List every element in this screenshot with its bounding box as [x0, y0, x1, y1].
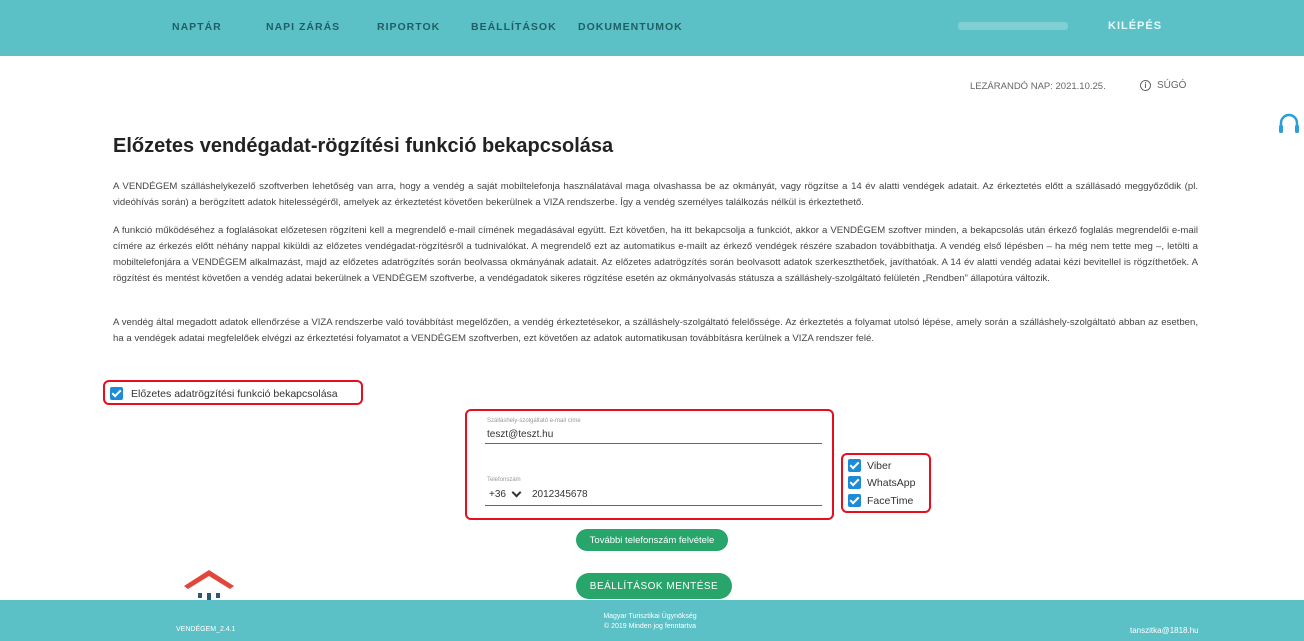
app-version: VENDÉGEM_2.4.1 — [176, 626, 236, 633]
info-icon: i — [1140, 80, 1151, 91]
whatsapp-label: WhatsApp — [867, 476, 916, 489]
checkbox-checked-icon[interactable] — [848, 494, 861, 507]
nav-beallitasok[interactable]: BEÁLLÍTÁSOK — [471, 21, 557, 33]
org-name: Magyar Turisztikai Ügynökség — [603, 613, 697, 620]
top-nav: NAPTÁR NAPI ZÁRÁS RIPORTOK BEÁLLÍTÁSOK D… — [0, 0, 1304, 56]
viber-checkbox[interactable]: Viber — [848, 459, 891, 472]
viber-label: Viber — [867, 459, 892, 472]
function-paragraph: A funkció működéséhez a foglalásokat elő… — [113, 225, 1198, 284]
facetime-checkbox[interactable]: FaceTime — [848, 494, 913, 507]
checkbox-checked-icon[interactable] — [110, 387, 123, 400]
nav-riportok[interactable]: RIPORTOK — [377, 21, 440, 33]
closing-day-status: LEZÁRANDÓ NAP: 2021.10.25. — [970, 81, 1106, 92]
phone-field-underline — [485, 505, 822, 506]
enable-prereg-label: Előzetes adatrögzítési funkció bekapcsol… — [131, 387, 338, 400]
responsibility-paragraph: A vendég által megadott adatok ellenőrzé… — [113, 317, 1198, 344]
nav-dokumentumok[interactable]: DOKUMENTUMOK — [578, 21, 683, 33]
user-name-placeholder — [958, 22, 1068, 30]
dial-code-select[interactable]: +36 — [489, 487, 522, 500]
footer: VENDÉGEM_2.4.1 Magyar Turisztikai Ügynök… — [0, 600, 1304, 641]
whatsapp-checkbox[interactable]: WhatsApp — [848, 476, 915, 489]
facetime-label: FaceTime — [867, 494, 914, 507]
checkbox-checked-icon[interactable] — [848, 476, 861, 489]
checkbox-checked-icon[interactable] — [848, 459, 861, 472]
email-field[interactable]: teszt@teszt.hu — [487, 429, 553, 440]
chevron-down-icon — [511, 487, 522, 498]
intro-paragraph: A VENDÉGEM szálláshelykezelő szoftverben… — [113, 181, 1198, 208]
email-field-underline — [485, 443, 822, 444]
dial-code-value: +36 — [489, 489, 506, 500]
phone-field[interactable]: 2012345678 — [532, 489, 588, 500]
highlight-contact-fields — [465, 409, 834, 520]
nav-naptar[interactable]: NAPTÁR — [172, 21, 222, 33]
email-field-label: Szálláshely-szolgáltató e-mail címe — [487, 418, 581, 424]
headset-icon[interactable] — [1278, 112, 1300, 138]
page-title: Előzetes vendégadat-rögzítési funkció be… — [113, 135, 614, 157]
phone-field-label: Telefonszám — [487, 477, 521, 483]
logout-button[interactable]: KILÉPÉS — [1108, 20, 1162, 32]
copyright: © 2019 Minden jog fenntartva — [604, 623, 696, 630]
nav-napi-zaras[interactable]: NAPI ZÁRÁS — [266, 21, 340, 33]
save-settings-button[interactable]: BEÁLLÍTÁSOK MENTÉSE — [576, 573, 732, 599]
help-link[interactable]: i SÚGÓ — [1140, 80, 1186, 91]
enable-prereg-checkbox[interactable]: Előzetes adatrögzítési funkció bekapcsol… — [110, 387, 338, 400]
footer-org: Magyar Turisztikai Ügynökség © 2019 Mind… — [560, 612, 740, 632]
support-email[interactable]: tanszitka@1818.hu — [1130, 626, 1199, 635]
add-phone-button[interactable]: További telefonszám felvétele — [576, 529, 728, 551]
help-label: SÚGÓ — [1157, 80, 1187, 91]
